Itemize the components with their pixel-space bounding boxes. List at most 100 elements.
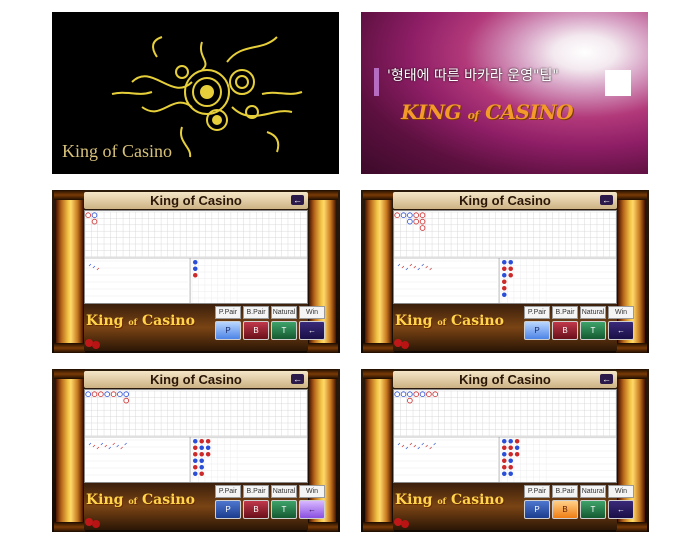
bead-plate-bead bbox=[199, 471, 204, 477]
arrow-left-icon: ← bbox=[293, 195, 302, 205]
big-road-bead bbox=[426, 391, 432, 397]
player-pair-button[interactable]: P.Pair bbox=[215, 485, 241, 498]
player-bet-button[interactable]: P bbox=[215, 500, 241, 519]
bead-plate-bead bbox=[192, 471, 198, 477]
natural-button[interactable]: Natural bbox=[580, 485, 606, 498]
banker-bet-button[interactable]: B bbox=[552, 321, 578, 340]
dice-icon bbox=[92, 520, 100, 528]
game-title: King of Casino bbox=[459, 372, 551, 387]
bead-plate-bead bbox=[199, 458, 204, 464]
logo-title: King of Casino bbox=[62, 141, 172, 161]
tie-bet-button[interactable]: T bbox=[271, 500, 297, 519]
derived-road-mark bbox=[405, 267, 409, 271]
banker-pair-button[interactable]: B.Pair bbox=[243, 485, 269, 498]
game-title-bar: King of Casino ← bbox=[84, 371, 308, 388]
bead-plate-bead bbox=[501, 285, 507, 291]
banker-bet-button[interactable]: B bbox=[243, 500, 269, 519]
natural-button[interactable]: Natural bbox=[580, 306, 606, 319]
back-button[interactable]: ← bbox=[600, 195, 613, 205]
banker-pair-button[interactable]: B.Pair bbox=[552, 306, 578, 319]
banker-bet-button[interactable]: B bbox=[243, 321, 269, 340]
back-button[interactable]: ← bbox=[291, 374, 304, 384]
game-screen-4: King of Casino ← King of Casino P.Pair B… bbox=[361, 369, 649, 532]
bead-plate-bead bbox=[205, 445, 211, 451]
brand-of: of bbox=[128, 496, 138, 506]
bead-plate-bead bbox=[514, 451, 520, 457]
win-button[interactable]: Win bbox=[299, 485, 325, 498]
undo-button[interactable]: ← bbox=[299, 321, 325, 340]
promo-accent-bar bbox=[374, 68, 379, 96]
derived-road-mark bbox=[397, 263, 401, 267]
derived-road-mark bbox=[405, 446, 409, 450]
derived-road-mark bbox=[92, 444, 96, 448]
undo-button[interactable]: ← bbox=[299, 500, 325, 519]
back-button[interactable]: ← bbox=[600, 374, 613, 384]
game-title: King of Casino bbox=[150, 372, 242, 387]
derived-road-mark bbox=[429, 267, 432, 271]
bead-plate-bead bbox=[508, 272, 513, 278]
derived-road-mark bbox=[413, 265, 417, 269]
derived-road-mark bbox=[425, 444, 428, 448]
banker-pair-button[interactable]: B.Pair bbox=[552, 485, 578, 498]
brand-king: King bbox=[86, 313, 124, 329]
derived-road-mark bbox=[112, 442, 115, 446]
big-road-bead bbox=[104, 391, 110, 397]
derived-road-mark bbox=[421, 263, 424, 267]
player-bet-button[interactable]: P bbox=[524, 500, 550, 519]
bead-plate-bead bbox=[501, 451, 507, 457]
bead-plate-bead bbox=[205, 438, 211, 444]
banker-pair-button[interactable]: B.Pair bbox=[243, 306, 269, 319]
dice-icon bbox=[401, 520, 409, 528]
natural-button[interactable]: Natural bbox=[271, 485, 297, 498]
natural-button[interactable]: Natural bbox=[271, 306, 297, 319]
banker-bet-button[interactable]: B bbox=[552, 500, 578, 519]
arrow-left-icon: ← bbox=[602, 374, 611, 384]
game-screen-3: King of Casino ← King of Casino P.Pair B… bbox=[52, 369, 340, 532]
derived-road-mark bbox=[433, 442, 436, 446]
tie-bet-button[interactable]: T bbox=[580, 321, 606, 340]
undo-button[interactable]: ← bbox=[608, 321, 634, 340]
tie-bet-button[interactable]: T bbox=[580, 500, 606, 519]
bead-plate-bead bbox=[205, 451, 211, 457]
bead-plate-bead bbox=[508, 458, 513, 464]
derived-road-mark bbox=[88, 442, 92, 446]
promo-text: '형태에 따른 바카라 운영"팁" bbox=[387, 68, 559, 84]
derived-road-mark bbox=[429, 446, 432, 450]
undo-button[interactable]: ← bbox=[608, 500, 634, 519]
bead-plate-bead bbox=[508, 464, 513, 470]
player-bet-button[interactable]: P bbox=[524, 321, 550, 340]
win-button[interactable]: Win bbox=[608, 485, 634, 498]
bead-plate-bead bbox=[508, 451, 513, 457]
promo-highlight-box bbox=[605, 70, 631, 96]
player-pair-button[interactable]: P.Pair bbox=[524, 306, 550, 319]
promo-logo-king: KING bbox=[401, 100, 462, 124]
player-bet-button[interactable]: P bbox=[215, 321, 241, 340]
big-road-bead bbox=[407, 218, 413, 225]
game-screen-1: King of Casino ← King of Casino P.Pair B… bbox=[52, 190, 340, 353]
game-title-bar: King of Casino ← bbox=[84, 192, 308, 209]
bead-plate-bead bbox=[501, 279, 507, 285]
brand-casino: Casino bbox=[142, 313, 195, 329]
big-road-bead bbox=[85, 391, 91, 397]
win-button[interactable]: Win bbox=[299, 306, 325, 319]
promo-logo: KING of CASINO bbox=[401, 100, 574, 124]
big-road-bead bbox=[400, 391, 407, 397]
player-pair-button[interactable]: P.Pair bbox=[215, 306, 241, 319]
bead-plate-bead bbox=[508, 438, 513, 444]
tie-bet-button[interactable]: T bbox=[271, 321, 297, 340]
player-pair-button[interactable]: P.Pair bbox=[524, 485, 550, 498]
bead-plate-bead bbox=[501, 458, 507, 464]
scoreboard bbox=[393, 389, 617, 483]
game-title: King of Casino bbox=[459, 193, 551, 208]
brand-logo: King of Casino bbox=[395, 313, 504, 329]
game-title-bar: King of Casino ← bbox=[393, 192, 617, 209]
big-road-bead bbox=[123, 397, 130, 404]
derived-road-mark bbox=[116, 444, 119, 448]
left-pillar bbox=[363, 190, 394, 353]
game-screen-2: King of Casino ← King of Casino P.Pair B… bbox=[361, 190, 649, 353]
scoreboard bbox=[393, 210, 617, 304]
win-button[interactable]: Win bbox=[608, 306, 634, 319]
back-button[interactable]: ← bbox=[291, 195, 304, 205]
brand-logo: King of Casino bbox=[395, 492, 504, 508]
bead-plate-bead bbox=[508, 445, 513, 451]
